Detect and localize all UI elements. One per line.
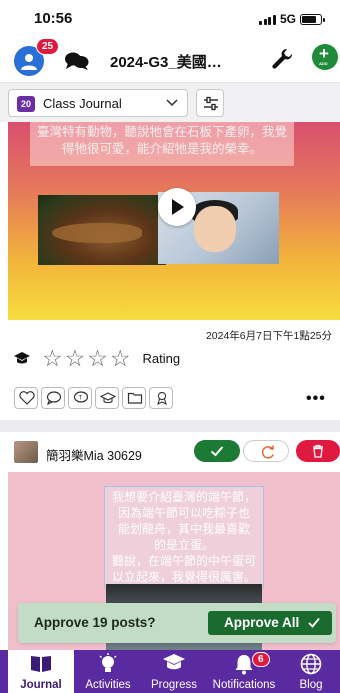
notifications-badge: 6: [252, 652, 270, 667]
caption-line: 因為端午節可以吃粽子也: [117, 506, 250, 520]
comment-icon: [46, 391, 62, 405]
status-indicators: 5G: [259, 12, 325, 26]
caption-line: 以立起來，我覺得很厲害。: [111, 570, 256, 584]
add-label: ADD: [319, 61, 328, 66]
battery-icon: [300, 13, 325, 25]
signal-icon: [259, 14, 276, 25]
caption-line: 聽說，在端午節的中午蛋可: [111, 554, 256, 568]
delete-post-button[interactable]: [296, 440, 340, 462]
chevron-down-icon: [166, 99, 178, 107]
caption-line: 能划龍舟，其中我最喜歡: [117, 522, 250, 536]
top-nav: 25 2024-G3_美國… + ADD: [0, 36, 340, 82]
tab-notifications[interactable]: Notifications: [206, 650, 282, 693]
approve-prompt: Approve 19 posts?: [34, 615, 156, 630]
approve-post-button[interactable]: [194, 440, 240, 462]
checkmark-icon: [308, 617, 320, 628]
folder-icon: [127, 392, 143, 404]
award-icon: [157, 391, 167, 405]
chat-icon[interactable]: [64, 51, 90, 76]
folder-button[interactable]: [122, 387, 146, 409]
post-divider: [0, 420, 340, 432]
post-caption: 我想要介紹臺灣的端午節， 因為端午節可以吃粽子也 能划龍舟，其中我最喜歡 的是立…: [104, 486, 264, 588]
post-actions: T: [14, 387, 173, 409]
rating-star[interactable]: ☆: [87, 346, 108, 370]
tab-activities[interactable]: Activities: [74, 650, 142, 693]
caption-line: 我想要介紹臺灣的端午節，: [111, 490, 256, 504]
rating-star[interactable]: ☆: [65, 346, 86, 370]
rating-stars: ☆ ☆ ☆ ☆: [42, 346, 131, 370]
graduation-cap-icon: [163, 654, 185, 670]
journal-name: Class Journal: [43, 96, 122, 111]
salamander-photo: [38, 195, 166, 265]
journal-dropdown[interactable]: 20 Class Journal: [8, 89, 188, 117]
portfolio-award-button[interactable]: [149, 387, 173, 409]
student-avatar[interactable]: [14, 441, 38, 463]
rating-row: ☆ ☆ ☆ ☆ Rating: [14, 344, 180, 372]
bottom-tab-bar: Journal Activities Progress Notification…: [0, 650, 340, 693]
graduation-cap-outline-icon: [100, 392, 116, 404]
journal-number-badge: 20: [17, 96, 35, 112]
sliders-icon: [204, 96, 218, 111]
post-header: 簡羽樂Mia 30629: [0, 432, 340, 472]
heart-icon: [19, 391, 35, 405]
status-bar: 10:56 5G: [0, 0, 340, 36]
avatar-badge: 25: [36, 38, 60, 55]
class-title[interactable]: 2024-G3_美國…: [110, 51, 250, 72]
comment-button[interactable]: [41, 387, 65, 409]
tab-label: Blog: [299, 679, 323, 691]
checkmark-icon: [210, 446, 224, 457]
post-media[interactable]: 臺灣特有動物，聽說牠會在石板下產卵，我覺得牠很可愛，能介紹牠是我的榮幸。: [8, 122, 340, 320]
approve-banner: Approve 19 posts? Approve All: [18, 603, 336, 643]
teacher-comment-icon: T: [73, 391, 89, 403]
status-time: 10:56: [34, 10, 73, 27]
return-post-button[interactable]: [243, 440, 289, 462]
tab-label: Activities: [85, 679, 131, 691]
wrench-icon[interactable]: [272, 48, 294, 76]
network-label: 5G: [279, 12, 296, 26]
play-icon: [172, 199, 184, 215]
tab-label: Notifications: [212, 679, 276, 691]
tab-blog[interactable]: Blog: [282, 650, 340, 693]
user-icon: [21, 54, 37, 70]
graduation-cap-icon: [14, 352, 30, 364]
rating-star[interactable]: ☆: [42, 346, 63, 370]
approve-all-label: Approve All: [224, 615, 300, 630]
tab-label: Progress: [150, 679, 198, 691]
svg-text:T: T: [79, 396, 83, 402]
more-options-button[interactable]: •••: [306, 390, 326, 408]
undo-icon: [261, 445, 274, 459]
lightbulb-icon: [99, 653, 117, 672]
approve-all-button[interactable]: Approve All: [208, 611, 332, 635]
rating-star[interactable]: ☆: [110, 346, 131, 370]
post-date: 2024年6月7日下午1點25分: [205, 330, 332, 342]
tab-progress[interactable]: Progress: [142, 650, 206, 693]
journal-selector-row: 20 Class Journal: [0, 82, 340, 122]
tab-label: Journal: [20, 679, 62, 691]
book-icon: [31, 656, 51, 672]
like-button[interactable]: [14, 387, 38, 409]
caption-line: 的是立蛋。: [153, 538, 214, 552]
teacher-comment-button[interactable]: T: [68, 387, 92, 409]
globe-icon: [300, 653, 322, 675]
skills-button[interactable]: [95, 387, 119, 409]
post-caption: 臺灣特有動物，聽說牠會在石板下產卵，我覺得牠很可愛，能介紹牠是我的榮幸。: [30, 122, 294, 166]
tab-journal[interactable]: Journal: [8, 650, 74, 693]
play-button[interactable]: [158, 188, 196, 226]
student-name[interactable]: 簡羽樂Mia 30629: [46, 445, 142, 464]
filter-button[interactable]: [196, 89, 224, 117]
add-button[interactable]: + ADD: [312, 44, 338, 70]
rating-label: Rating: [142, 350, 181, 366]
trash-icon: [313, 444, 323, 458]
